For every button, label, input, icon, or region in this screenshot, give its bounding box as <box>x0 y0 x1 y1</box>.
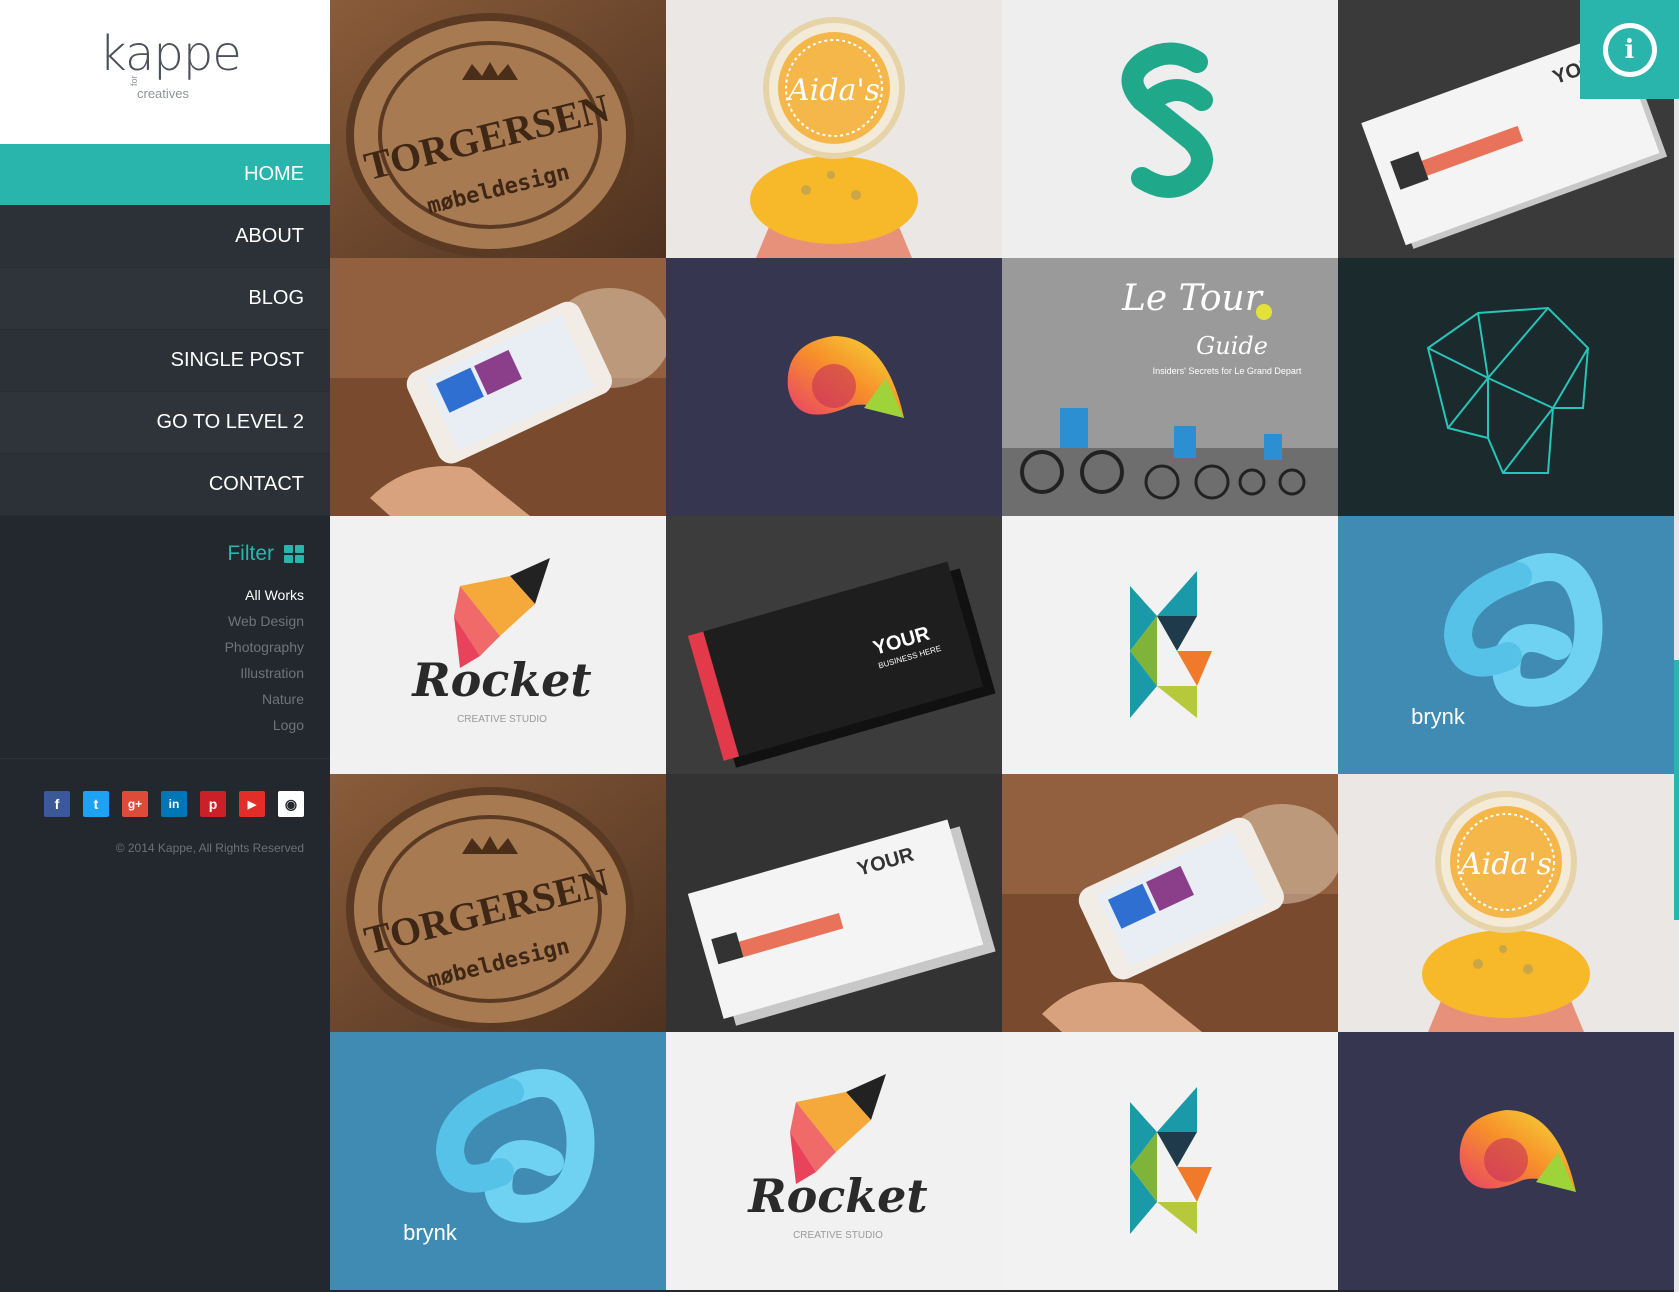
guide-text: Guide <box>1196 332 1268 360</box>
filter-toggle[interactable]: Filter <box>0 542 304 566</box>
portfolio-item-wireframe-head[interactable] <box>1338 258 1674 516</box>
nav-item-label: HOME <box>244 163 304 185</box>
portfolio-item-torgersen-2[interactable]: TORGERSEN møbeldesign <box>330 774 666 1032</box>
filter-option-photography[interactable]: Photography <box>0 634 304 660</box>
rocket-text: Rocket <box>746 1169 927 1223</box>
portfolio-item-k-logo[interactable] <box>1002 516 1338 774</box>
brynk-text: brynk <box>1411 704 1466 729</box>
filter-list: All Works Web Design Photography Illustr… <box>0 582 304 738</box>
aidas-text: Aida's <box>785 73 880 108</box>
filter-option-nature[interactable]: Nature <box>0 686 304 712</box>
portfolio-item-phone-mockup-2[interactable] <box>1002 774 1338 1032</box>
nav-item-single-post[interactable]: SINGLE POST <box>0 330 330 392</box>
github-icon[interactable]: ◉ <box>278 791 304 817</box>
linkedin-icon[interactable]: in <box>161 791 187 817</box>
facebook-icon[interactable]: f <box>44 791 70 817</box>
info-button[interactable]: i <box>1580 0 1679 99</box>
logo-wordmark: kappe <box>99 26 242 82</box>
copyright-text: © 2014 Kappe, All Rights Reserved <box>115 841 304 855</box>
nav-item-about[interactable]: ABOUT <box>0 206 330 268</box>
filter-option-web-design[interactable]: Web Design <box>0 608 304 634</box>
grid-icon <box>284 545 304 563</box>
info-icon: i <box>1602 22 1657 77</box>
pinterest-icon[interactable]: p <box>200 791 226 817</box>
aidas-text: Aida's <box>1457 847 1552 882</box>
portfolio-item-green-s-logo[interactable] <box>1002 0 1338 258</box>
sidebar: kappe for creatives HOME ABOUT BLOG SING… <box>0 0 330 1292</box>
nav-item-label: BLOG <box>248 287 304 309</box>
portfolio-item-torgersen[interactable]: TORGERSEN møbeldesign <box>330 0 666 258</box>
info-glyph: i <box>1607 27 1652 72</box>
logo[interactable]: kappe for creatives <box>0 0 330 144</box>
portfolio-item-aidas-cupcake[interactable]: Aida's <box>666 0 1002 258</box>
logo-tagline: creatives <box>137 86 190 101</box>
google-plus-icon[interactable]: g+ <box>122 791 148 817</box>
nav-item-blog[interactable]: BLOG <box>0 268 330 330</box>
nav-item-go-to-level-2[interactable]: GO TO LEVEL 2 <box>0 392 330 454</box>
filter-option-logo[interactable]: Logo <box>0 712 304 738</box>
nav-item-label: CONTACT <box>208 473 304 495</box>
creative-studio-text: CREATIVE STUDIO <box>793 1230 883 1241</box>
portfolio-item-gradient-logo[interactable] <box>666 258 1002 516</box>
main-nav: HOME ABOUT BLOG SINGLE POST GO TO LEVEL … <box>0 144 330 516</box>
twitter-icon[interactable]: t <box>83 791 109 817</box>
nav-item-label: ABOUT <box>235 225 304 247</box>
filter-title: Filter <box>227 542 274 565</box>
portfolio-item-brynk[interactable]: brynk <box>1338 516 1674 774</box>
portfolio-grid: TORGERSEN møbeldesign Aida's Le Tour Gui… <box>330 0 1674 1292</box>
portfolio-item-le-tour-guide[interactable]: Le Tour Guide Insiders' Secrets for Le G… <box>1002 258 1338 516</box>
nav-item-home[interactable]: HOME <box>0 144 330 206</box>
nav-item-contact[interactable]: CONTACT <box>0 454 330 516</box>
social-links: f t g+ in p ▶ ◉ <box>0 791 330 817</box>
portfolio-item-rocket-2[interactable]: Rocket CREATIVE STUDIO <box>666 1032 1002 1290</box>
logo-for-text: for <box>129 75 139 86</box>
filter-option-all-works[interactable]: All Works <box>0 582 304 608</box>
portfolio-item-business-card-black[interactable]: YOUR BUSINESS HERE <box>666 516 1002 774</box>
portfolio-item-brynk-2[interactable]: brynk <box>330 1032 666 1290</box>
rocket-text: Rocket <box>410 653 591 707</box>
le-tour-text: Le Tour <box>1121 278 1264 319</box>
brynk-text: brynk <box>403 1220 458 1245</box>
portfolio-item-k-logo-2[interactable] <box>1002 1032 1338 1290</box>
nav-item-label: SINGLE POST <box>170 349 304 371</box>
portfolio-item-phone-mockup[interactable] <box>330 258 666 516</box>
tour-subtitle-text: Insiders' Secrets for Le Grand Depart <box>1153 366 1302 376</box>
portfolio-item-aidas-cupcake-2[interactable]: Aida's <box>1338 774 1674 1032</box>
portfolio-item-gradient-logo-2[interactable] <box>1338 1032 1674 1290</box>
youtube-icon[interactable]: ▶ <box>239 791 265 817</box>
filter-panel: Filter All Works Web Design Photography … <box>0 516 330 759</box>
nav-item-label: GO TO LEVEL 2 <box>156 411 304 433</box>
filter-option-illustration[interactable]: Illustration <box>0 660 304 686</box>
portfolio-item-rocket[interactable]: Rocket CREATIVE STUDIO <box>330 516 666 774</box>
scrollbar[interactable] <box>1674 0 1679 1292</box>
portfolio-item-business-card-white-2[interactable]: YOUR <box>666 774 1002 1032</box>
scrollbar-thumb[interactable] <box>1674 660 1679 920</box>
creative-studio-text: CREATIVE STUDIO <box>457 714 547 725</box>
